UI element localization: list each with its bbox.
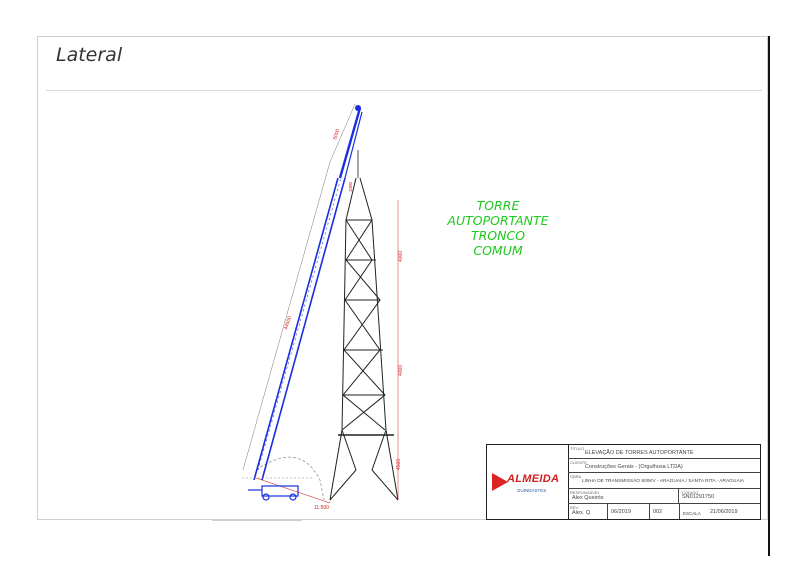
logo-arrow-icon bbox=[492, 473, 508, 491]
base-radius-label: 11:500 bbox=[314, 505, 329, 511]
scale-label: ESCALA bbox=[683, 511, 701, 516]
tower-dim-label-1: 4000 bbox=[398, 251, 404, 262]
date-cell: 06/2019 bbox=[607, 504, 650, 519]
scale-date: 21/06/2019 bbox=[710, 509, 738, 515]
client-value: Construções Gerais - (Orgulhosa LTDA) bbox=[585, 464, 683, 470]
tower-type-note: TORRE AUTOPORTANTE TRONCO COMUM bbox=[428, 198, 568, 258]
tower-top-dim-label: 1000 bbox=[348, 181, 353, 192]
title-row: TÍTULO ELEVAÇÃO DE TORRES AUTOPORTANTE bbox=[568, 445, 760, 459]
title-label: TÍTULO bbox=[570, 446, 585, 451]
note-line: TRONCO bbox=[470, 228, 526, 243]
crane-boom bbox=[253, 107, 363, 481]
boom-tip bbox=[355, 105, 361, 111]
work-label: OBRA bbox=[570, 474, 582, 479]
note-line: AUTOPORTANTE bbox=[447, 213, 549, 228]
responsible-row: RESPONSÁVEL Alex Queirós CÓDIGO SN012917… bbox=[568, 489, 760, 504]
code-value: SN01291750 bbox=[682, 494, 715, 500]
date-value: 06/2019 bbox=[611, 509, 631, 515]
sheet-cell: 002 bbox=[649, 504, 680, 519]
boom-dim-label-main: 44500 bbox=[283, 315, 293, 330]
note-line: COMUM bbox=[473, 243, 523, 258]
rev-value: Alex. Q. bbox=[572, 510, 592, 516]
bottom-gray-bar bbox=[212, 519, 302, 521]
drawing-title: ELEVAÇÃO DE TORRES AUTOPORTANTE bbox=[585, 450, 694, 456]
note-line: TORRE bbox=[476, 198, 520, 213]
sheet-value: 002 bbox=[653, 509, 663, 515]
work-value: LINHA DE TRANSMISSÃO 500KV - ARAGUAIA / … bbox=[582, 479, 745, 484]
revision-row: REV. Alex. Q. 06/2019 002 ESCALA 21/06/2… bbox=[568, 504, 760, 519]
logo-subtitle: GUINDASTES bbox=[517, 488, 547, 493]
company-logo: ALMEIDA GUINDASTES bbox=[487, 445, 569, 519]
tower-dim-label-3: 4500 bbox=[396, 459, 402, 470]
title-block: ALMEIDA GUINDASTES TÍTULO ELEVAÇÃO DE TO… bbox=[486, 444, 761, 520]
crane-carrier bbox=[242, 477, 312, 501]
responsible-value: Alex Queirós bbox=[572, 495, 604, 501]
code-cell: CÓDIGO SN01291750 bbox=[678, 489, 760, 503]
scale-cell: ESCALA 21/06/2019 bbox=[679, 504, 760, 519]
work-row: OBRA LINHA DE TRANSMISSÃO 500KV - ARAGUA… bbox=[568, 473, 760, 489]
lattice-tower bbox=[329, 177, 399, 501]
client-row: CLIENTE Construções Gerais - (Orgulhosa … bbox=[568, 459, 760, 473]
tower-dim-label-2: 4000 bbox=[398, 365, 404, 376]
logo-text: ALMEIDA bbox=[507, 473, 560, 485]
